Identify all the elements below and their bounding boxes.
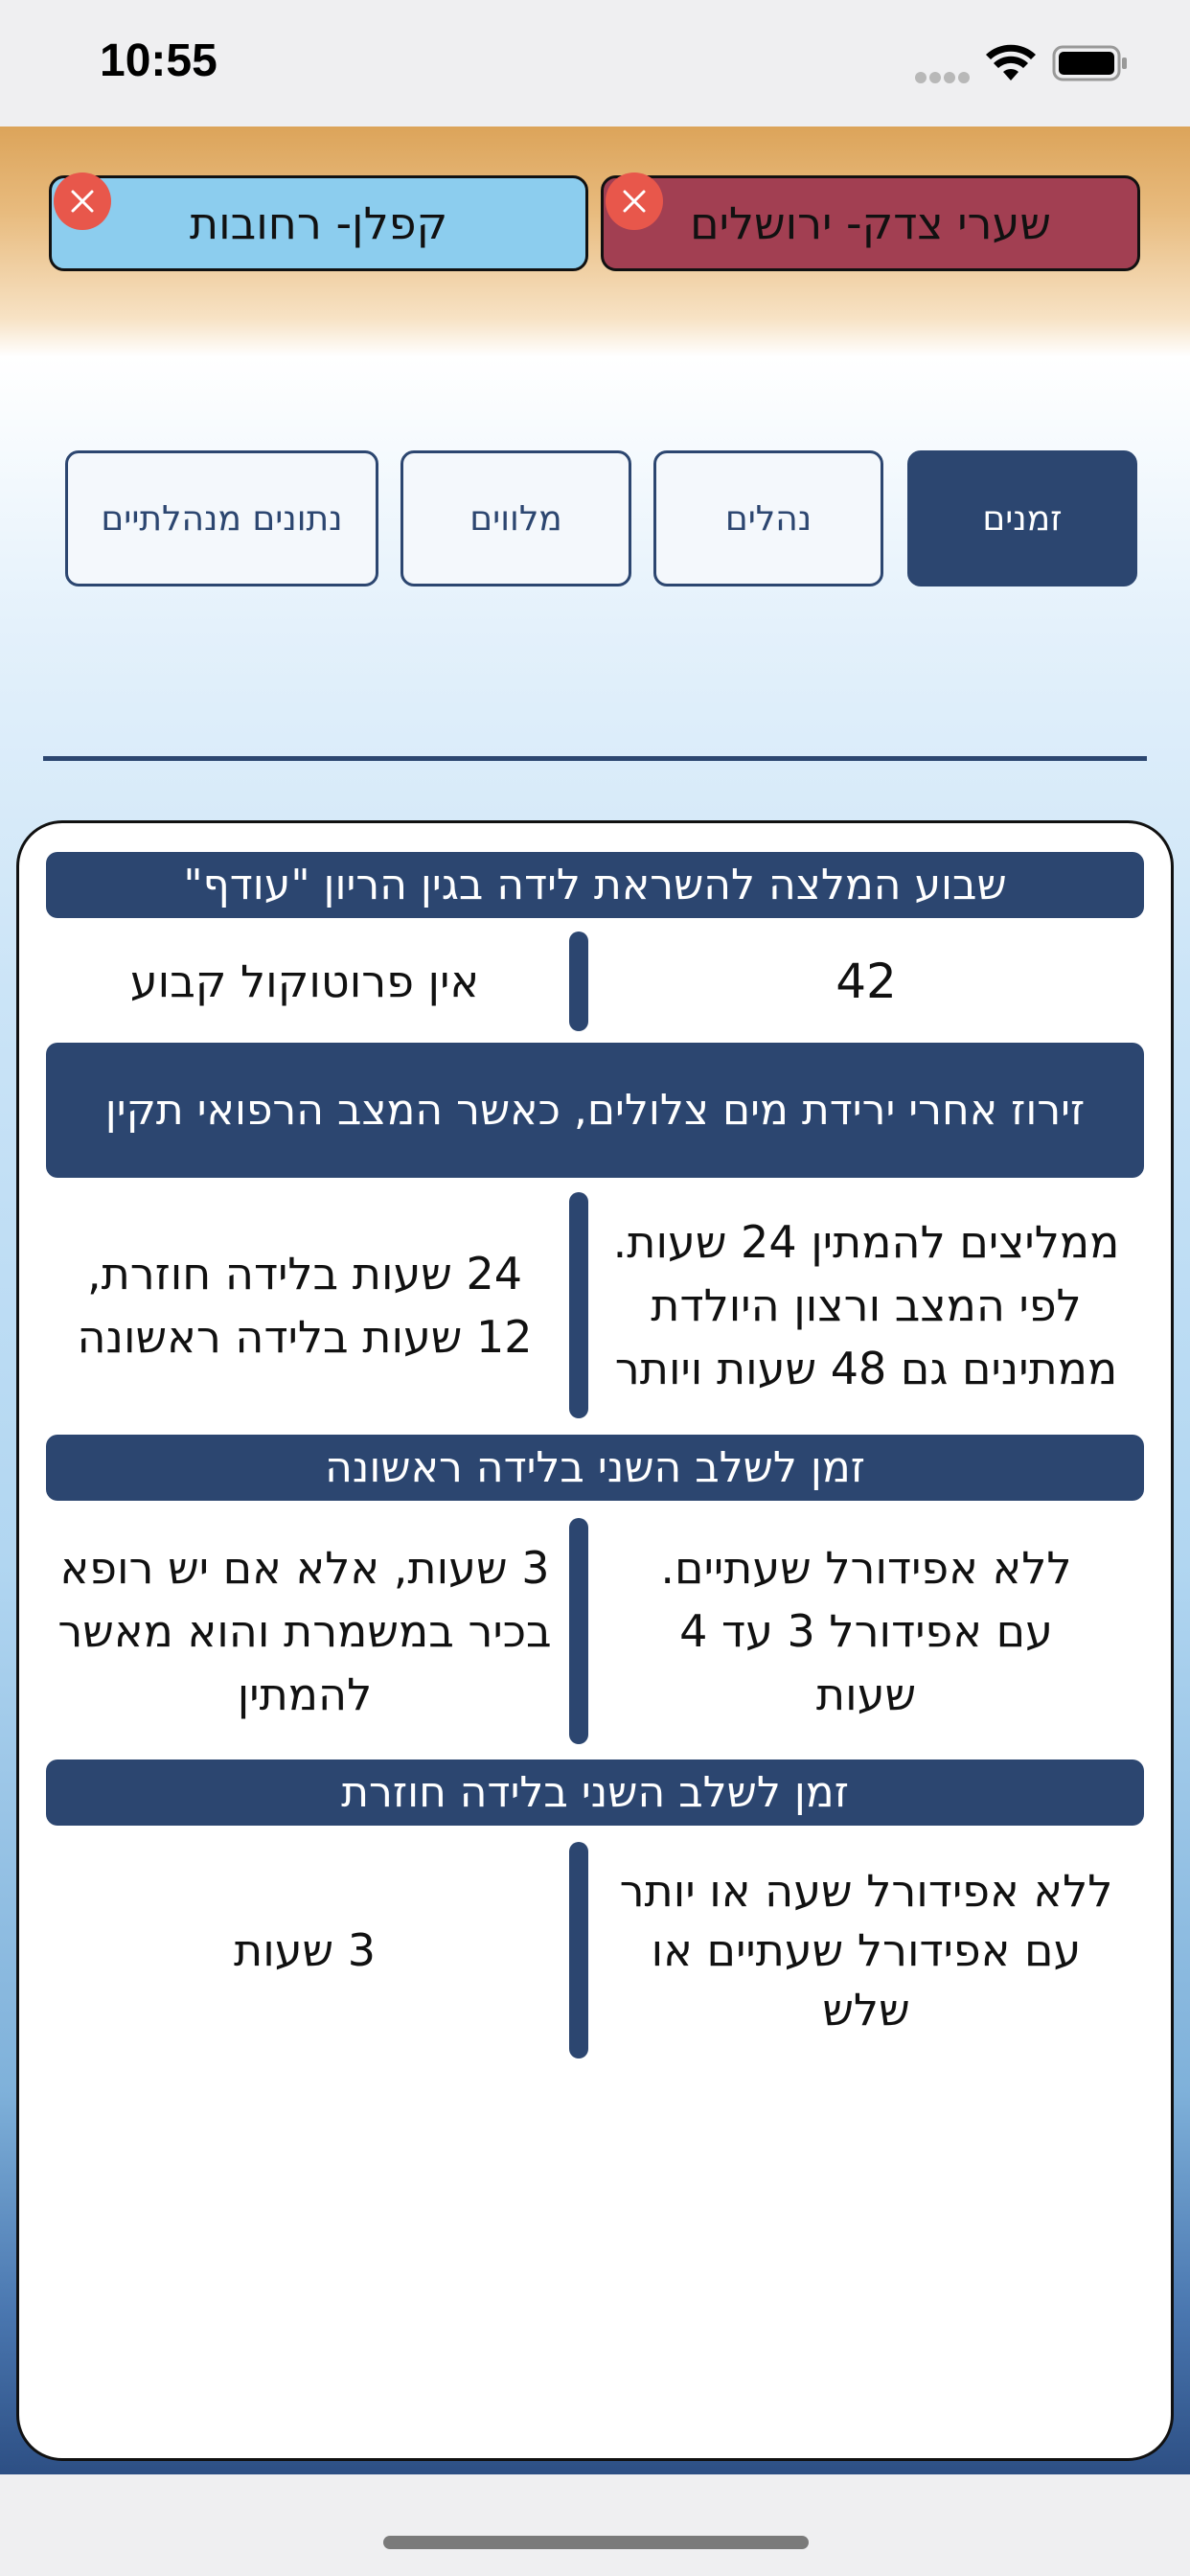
section-header: זמן לשלב השני בלידה ראשונה: [46, 1435, 1144, 1501]
tab-label: מלווים: [469, 498, 562, 539]
section-header: זירוז אחרי ירידת מים צלולים, כאשר המצב ה…: [46, 1043, 1144, 1178]
close-icon[interactable]: [606, 172, 663, 230]
status-time: 10:55: [100, 35, 217, 86]
section-header: זמן לשלב השני בלידה חוזרת: [46, 1760, 1144, 1826]
battery-icon: [1052, 45, 1127, 81]
column-separator: [569, 932, 588, 1031]
cell-value-left: אין פרוטוקול קבוע: [129, 955, 480, 1007]
section-header: שבוע המלצה להשראת לידה בגין הריון "עודף": [46, 852, 1144, 918]
tab-admin-data[interactable]: נתונים מנהלתיים: [65, 450, 378, 586]
column-separator: [569, 1518, 588, 1744]
cell-value-right: ללא אפידורל שעתיים. עם אפידורל 3 עד 4 שע…: [660, 1542, 1072, 1720]
tab-label: נתונים מנהלתיים: [101, 498, 343, 539]
cellular-signal-icon: [915, 69, 973, 83]
home-indicator-area: [0, 2474, 1190, 2576]
hospital-tab-label: קפלן- רחובות: [189, 197, 448, 249]
cell-value-left: 3 שעות, אלא אם יש רופא בכיר במשמרת והוא …: [57, 1542, 552, 1720]
column-separator: [569, 1842, 588, 2058]
cell-value-left: 3 שעות: [233, 1924, 377, 1976]
home-indicator[interactable]: [383, 2536, 809, 2549]
column-separator: [569, 1192, 588, 1418]
tab-label: זמנים: [982, 498, 1063, 539]
cell-value-right: ממליצים להמתין 24 שעות. לפי המצב ורצון ה…: [612, 1216, 1120, 1394]
wifi-icon: [986, 44, 1036, 80]
hospital-tab-kaplan[interactable]: קפלן- רחובות: [49, 172, 588, 271]
tab-procedures[interactable]: נהלים: [653, 450, 883, 586]
status-bar: 10:55: [0, 0, 1190, 126]
tab-label: נהלים: [724, 498, 812, 539]
divider: [43, 756, 1147, 761]
cell-value-right: ללא אפידורל שעה או יותר עם אפידורל שעתיי…: [619, 1865, 1113, 2036]
cell-value-right: 42: [835, 954, 897, 1009]
tab-companions[interactable]: מלווים: [400, 450, 631, 586]
hospital-tab-shaarei-tzedek[interactable]: שערי צדק- ירושלים: [601, 172, 1140, 271]
cell-value-left: 24 שעות בלידה חוזרת, 12 שעות בלידה ראשונ…: [77, 1248, 533, 1363]
hospital-tab-label: שערי צדק- ירושלים: [690, 197, 1051, 249]
close-icon[interactable]: [54, 172, 111, 230]
tab-times[interactable]: זמנים: [907, 450, 1137, 586]
